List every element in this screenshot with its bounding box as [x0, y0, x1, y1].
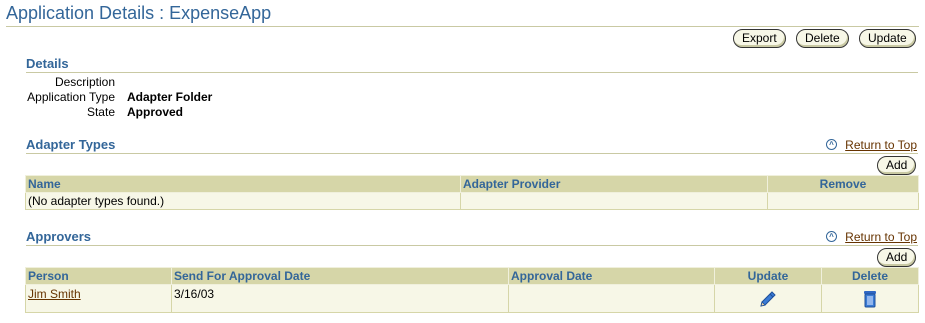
return-to-top-icon[interactable]: ^	[826, 139, 837, 150]
approvers-return-to-top-link[interactable]: Return to Top	[845, 230, 917, 244]
table-row: Jim Smith 3/16/03	[25, 284, 919, 313]
application-type-label: Application Type	[27, 90, 115, 104]
delete-button[interactable]: Delete	[796, 29, 849, 48]
column-header-adapter-provider[interactable]: Adapter Provider	[460, 175, 768, 193]
adapter-types-table: Name Adapter Provider Remove (No adapter…	[25, 175, 919, 210]
description-label: Description	[54, 75, 115, 89]
adapter-types-section-title: Adapter Types	[26, 137, 116, 152]
send-date-cell: 3/16/03	[171, 284, 509, 313]
table-cell	[767, 192, 919, 210]
adapter-types-return-to-top-link[interactable]: Return to Top	[845, 138, 917, 152]
approvers-table: Person Send For Approval Date Approval D…	[25, 267, 919, 313]
add-approver-button[interactable]: Add	[877, 248, 917, 267]
delete-cell	[821, 284, 919, 313]
table-row: (No adapter types found.)	[25, 192, 919, 210]
column-header-remove: Remove	[767, 175, 919, 193]
details-section-title: Details	[26, 56, 69, 71]
pencil-icon[interactable]	[757, 288, 779, 310]
title-divider	[6, 26, 919, 27]
table-cell	[460, 192, 768, 210]
add-adapter-type-button[interactable]: Add	[877, 156, 917, 175]
details-divider	[26, 72, 918, 73]
update-cell	[714, 284, 822, 313]
empty-message: (No adapter types found.)	[25, 192, 461, 210]
adapter-types-divider	[26, 153, 918, 154]
return-to-top-icon[interactable]: ^	[826, 231, 837, 242]
column-header-send-for-approval-date[interactable]: Send For Approval Date	[171, 267, 509, 285]
person-cell: Jim Smith	[25, 284, 172, 313]
column-header-update: Update	[714, 267, 822, 285]
application-type-value: Adapter Folder	[127, 90, 213, 104]
update-button[interactable]: Update	[859, 29, 916, 48]
page-title: Application Details : ExpenseApp	[6, 3, 272, 23]
export-button[interactable]: Export	[733, 29, 786, 48]
approvers-section-title: Approvers	[26, 229, 92, 244]
state-value: Approved	[127, 105, 184, 119]
column-header-delete: Delete	[821, 267, 919, 285]
column-header-person[interactable]: Person	[25, 267, 172, 285]
approvers-divider	[26, 245, 918, 246]
column-header-name[interactable]: Name	[25, 175, 461, 193]
column-header-approval-date[interactable]: Approval Date	[508, 267, 715, 285]
state-label: State	[86, 105, 115, 119]
person-link[interactable]: Jim Smith	[28, 287, 81, 301]
trash-icon[interactable]	[861, 289, 879, 309]
approval-date-cell	[508, 284, 715, 313]
